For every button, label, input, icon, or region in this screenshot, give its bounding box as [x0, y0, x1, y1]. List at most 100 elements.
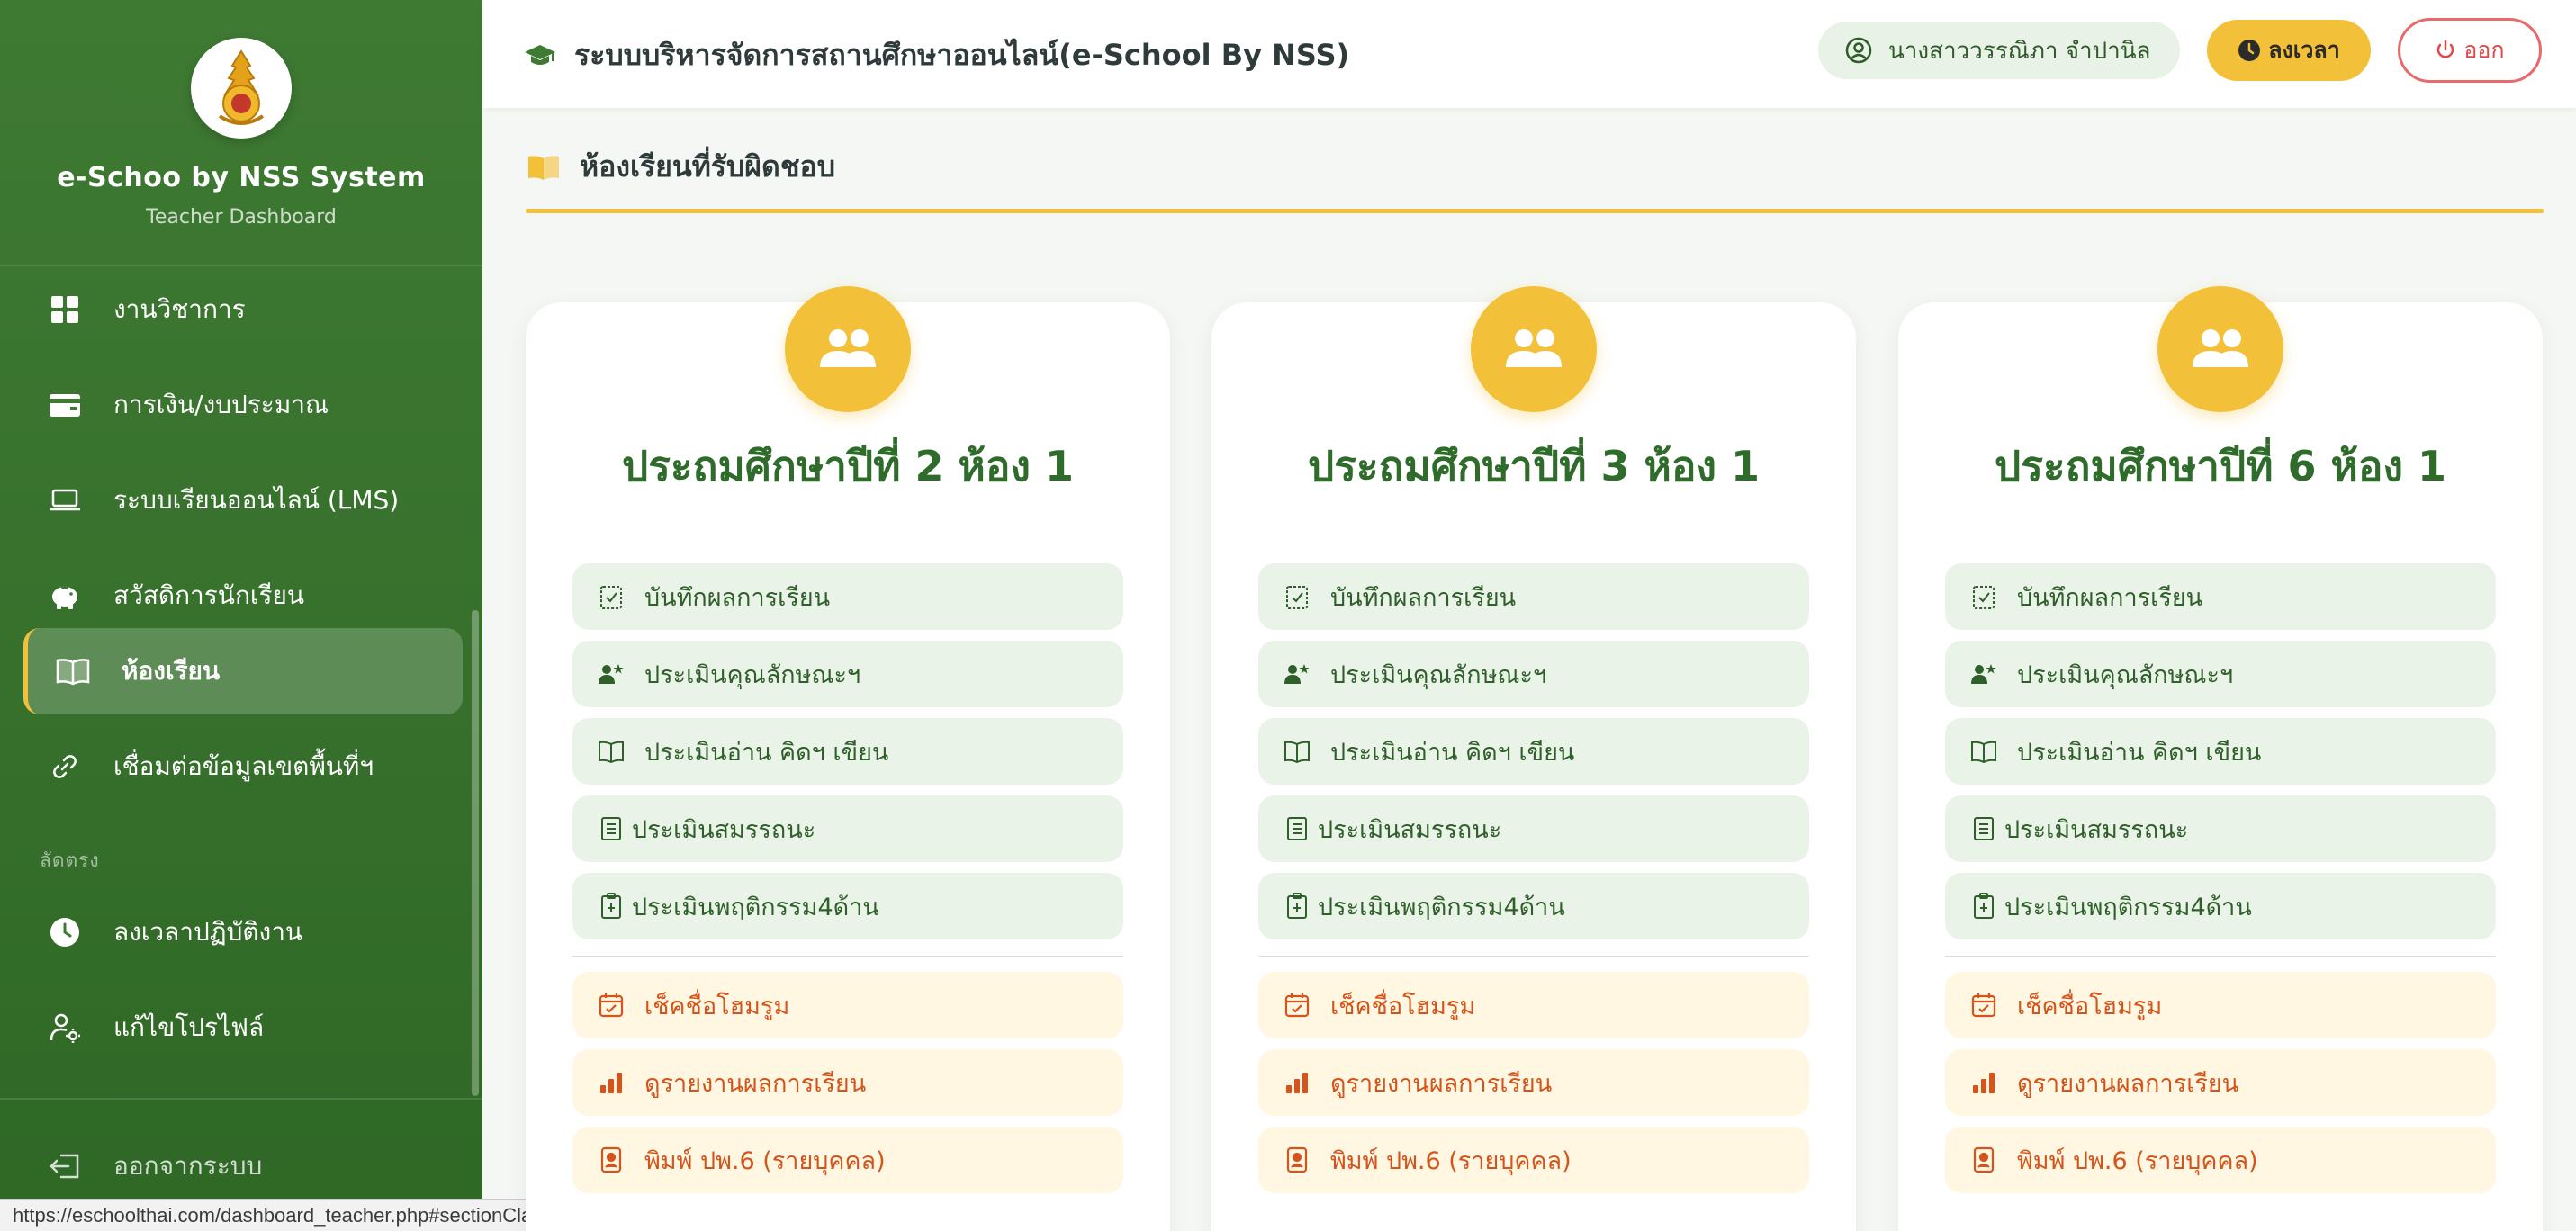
classroom-action-button[interactable]: ดูรายงานผลการเรียน: [1945, 1049, 2496, 1116]
classroom-action-button[interactable]: ประเมินสมรรถนะ: [1258, 795, 1809, 862]
book-icon: [1968, 736, 1999, 767]
classroom-action-label: ประเมินอ่าน คิดฯ เขียน: [2017, 738, 2262, 767]
classroom-action-button[interactable]: เช็คชื่อโฮมรูม: [1945, 972, 2496, 1038]
clipboard-check-icon: [596, 581, 626, 612]
sidebar: e-Schoo by NSS System Teacher Dashboard …: [0, 0, 482, 1231]
user-circle-icon: [1845, 37, 1872, 64]
card-divider: [1945, 956, 2496, 957]
sidebar-item-classroom[interactable]: ห้องเรียน: [23, 628, 463, 714]
sidebar-item-lms[interactable]: ระบบเรียนออนไลน์ (LMS): [23, 457, 463, 544]
classroom-action-button[interactable]: พิมพ์ ปพ.6 (รายบุคคล): [572, 1127, 1123, 1193]
classroom-action-button[interactable]: ดูรายงานผลการเรียน: [572, 1049, 1123, 1116]
classroom-action-button[interactable]: บันทึกผลการเรียน: [1945, 563, 2496, 630]
clock-icon: [2238, 39, 2261, 62]
user-chip[interactable]: นางสาววรรณิภา จำปานิล: [1818, 22, 2180, 79]
classroom-title: ประถมศึกษาปีที่ 6 ห้อง 1: [1995, 442, 2446, 490]
classroom-action-button[interactable]: ประเมินพฤติกรรม4ด้าน: [1945, 873, 2496, 939]
classroom-action-button[interactable]: ประเมินคุณลักษณะฯ: [572, 641, 1123, 707]
classroom-action-button[interactable]: ประเมินอ่าน คิดฯ เขียน: [1258, 718, 1809, 785]
classroom-action-button[interactable]: ประเมินอ่าน คิดฯ เขียน: [572, 718, 1123, 785]
classroom-action-button[interactable]: พิมพ์ ปพ.6 (รายบุคคล): [1258, 1127, 1809, 1193]
laptop-icon: [47, 482, 83, 518]
bar-chart-icon: [596, 1067, 626, 1098]
sidebar-item-area-link[interactable]: เชื่อมต่อข้อมูลเขตพื้นที่ฯ: [23, 723, 463, 810]
classroom-action-button[interactable]: ประเมินคุณลักษณะฯ: [1945, 641, 2496, 707]
classroom-action-label: ประเมินสมรรถนะ: [1318, 815, 1502, 844]
classroom-action-label: ประเมินอ่าน คิดฯ เขียน: [644, 738, 889, 767]
book-icon: [596, 736, 626, 767]
classroom-action-label: ดูรายงานผลการเรียน: [2017, 1069, 2239, 1098]
brand-subtitle: Teacher Dashboard: [146, 206, 337, 229]
sidebar-divider: [0, 1098, 482, 1100]
sidebar-item-welfare[interactable]: สวัสดิการนักเรียน: [23, 553, 463, 639]
clock-in-button[interactable]: ลงเวลา: [2207, 20, 2371, 81]
classroom-action-button[interactable]: ดูรายงานผลการเรียน: [1258, 1049, 1809, 1116]
sidebar-item-edit-profile[interactable]: แก้ไขโปรไฟล์: [23, 984, 463, 1071]
classroom-action-button[interactable]: ประเมินสมรรถนะ: [572, 795, 1123, 862]
classroom-action-label: พิมพ์ ปพ.6 (รายบุคคล): [1330, 1146, 1572, 1175]
classroom-action-label: เช็คชื่อโฮมรูม: [644, 992, 790, 1020]
id-card-icon: [596, 1145, 626, 1175]
sidebar-item-finance[interactable]: การเงิน/งบประมาณ: [23, 362, 463, 448]
users-star-icon: [1282, 659, 1312, 689]
classroom-action-button[interactable]: เช็คชื่อโฮมรูม: [572, 972, 1123, 1038]
section-title-text: ห้องเรียนที่รับผิดชอบ: [580, 149, 836, 184]
calendar-check-icon: [1968, 990, 1999, 1020]
classroom-action-label: ประเมินสมรรถนะ: [2004, 815, 2189, 844]
wallet-icon: [47, 387, 83, 423]
classroom-action-label: ประเมินพฤติกรรม4ด้าน: [1318, 893, 1565, 921]
sidebar-scrollbar[interactable]: [472, 610, 479, 1096]
users-star-icon: [1968, 659, 1999, 689]
classroom-action-label: บันทึกผลการเรียน: [1330, 583, 1517, 612]
sidebar-item-academic[interactable]: งานวิชาการ: [23, 266, 463, 353]
section-title: ห้องเรียนที่รับผิดชอบ: [526, 144, 835, 190]
piggy-bank-icon: [47, 578, 83, 614]
sidebar-item-label: สวัสดิการนักเรียน: [113, 580, 305, 610]
sidebar-brand: e-Schoo by NSS System Teacher Dashboard: [0, 0, 482, 266]
classroom-action-label: พิมพ์ ปพ.6 (รายบุคคล): [644, 1146, 886, 1175]
classroom-action-button[interactable]: พิมพ์ ปพ.6 (รายบุคคล): [1945, 1127, 2496, 1193]
calendar-check-icon: [1282, 990, 1312, 1020]
user-gear-icon: [47, 1010, 83, 1046]
classroom-action-button[interactable]: ประเมินอ่าน คิดฯ เขียน: [1945, 718, 2496, 785]
classroom-action-list: บันทึกผลการเรียนประเมินคุณลักษณะฯประเมิน…: [1945, 563, 2496, 1204]
calendar-check-icon: [596, 990, 626, 1020]
classroom-action-label: ดูรายงานผลการเรียน: [1330, 1069, 1553, 1098]
top-header: ระบบบริหารจัดการสถานศึกษาออนไลน์(e-Schoo…: [482, 0, 2576, 108]
classroom-action-button[interactable]: ประเมินพฤติกรรม4ด้าน: [572, 873, 1123, 939]
clock-icon: [47, 914, 83, 950]
sidebar-item-label: ระบบเรียนออนไลน์ (LMS): [113, 485, 400, 515]
classroom-action-button[interactable]: ประเมินสมรรถนะ: [1945, 795, 2496, 862]
classroom-action-button[interactable]: ประเมินคุณลักษณะฯ: [1258, 641, 1809, 707]
list-icon: [596, 813, 626, 844]
sidebar-item-label: การเงิน/งบประมาณ: [113, 390, 329, 419]
list-icon: [1968, 813, 1999, 844]
classroom-title: ประถมศึกษาปีที่ 3 ห้อง 1: [1308, 442, 1760, 490]
classroom-action-list: บันทึกผลการเรียนประเมินคุณลักษณะฯประเมิน…: [1258, 563, 1809, 1204]
card-divider: [1258, 956, 1809, 957]
classroom-action-button[interactable]: บันทึกผลการเรียน: [572, 563, 1123, 630]
sidebar-item-label: งานวิชาการ: [113, 294, 246, 324]
classroom-card: ประถมศึกษาปีที่ 3 ห้อง 1 บันทึกผลการเรียน…: [1211, 286, 1856, 1231]
classroom-action-button[interactable]: เช็คชื่อโฮมรูม: [1258, 972, 1809, 1038]
section-divider: [526, 209, 2544, 213]
users-star-icon: [596, 659, 626, 689]
clipboard-badge-icon: [1968, 891, 1999, 921]
classroom-action-button[interactable]: ประเมินพฤติกรรม4ด้าน: [1258, 873, 1809, 939]
card-divider: [572, 956, 1123, 957]
logout-button[interactable]: ออก: [2398, 18, 2542, 83]
sidebar-item-label: ออกจากระบบ: [113, 1151, 263, 1181]
bar-chart-icon: [1282, 1067, 1312, 1098]
user-name: นางสาววรรณิภา จำปานิล: [1888, 37, 2151, 65]
app-title-text: ระบบบริหารจัดการสถานศึกษาออนไลน์(e-Schoo…: [574, 38, 1350, 72]
classroom-action-label: พิมพ์ ปพ.6 (รายบุคคล): [2017, 1146, 2258, 1175]
sidebar-item-label: ลงเวลาปฏิบัติงาน: [113, 917, 303, 947]
classroom-action-label: เช็คชื่อโฮมรูม: [2017, 992, 2163, 1020]
classroom-action-button[interactable]: บันทึกผลการเรียน: [1258, 563, 1809, 630]
classroom-card: ประถมศึกษาปีที่ 2 ห้อง 1 บันทึกผลการเรียน…: [526, 286, 1170, 1231]
classroom-card: ประถมศึกษาปีที่ 6 ห้อง 1 บันทึกผลการเรียน…: [1898, 286, 2543, 1231]
sidebar-item-logout[interactable]: ออกจากระบบ: [23, 1123, 463, 1209]
sidebar-item-time-attendance[interactable]: ลงเวลาปฏิบัติงาน: [23, 889, 463, 975]
classroom-action-label: ประเมินคุณลักษณะฯ: [2017, 660, 2234, 689]
sign-out-icon: [47, 1148, 83, 1184]
